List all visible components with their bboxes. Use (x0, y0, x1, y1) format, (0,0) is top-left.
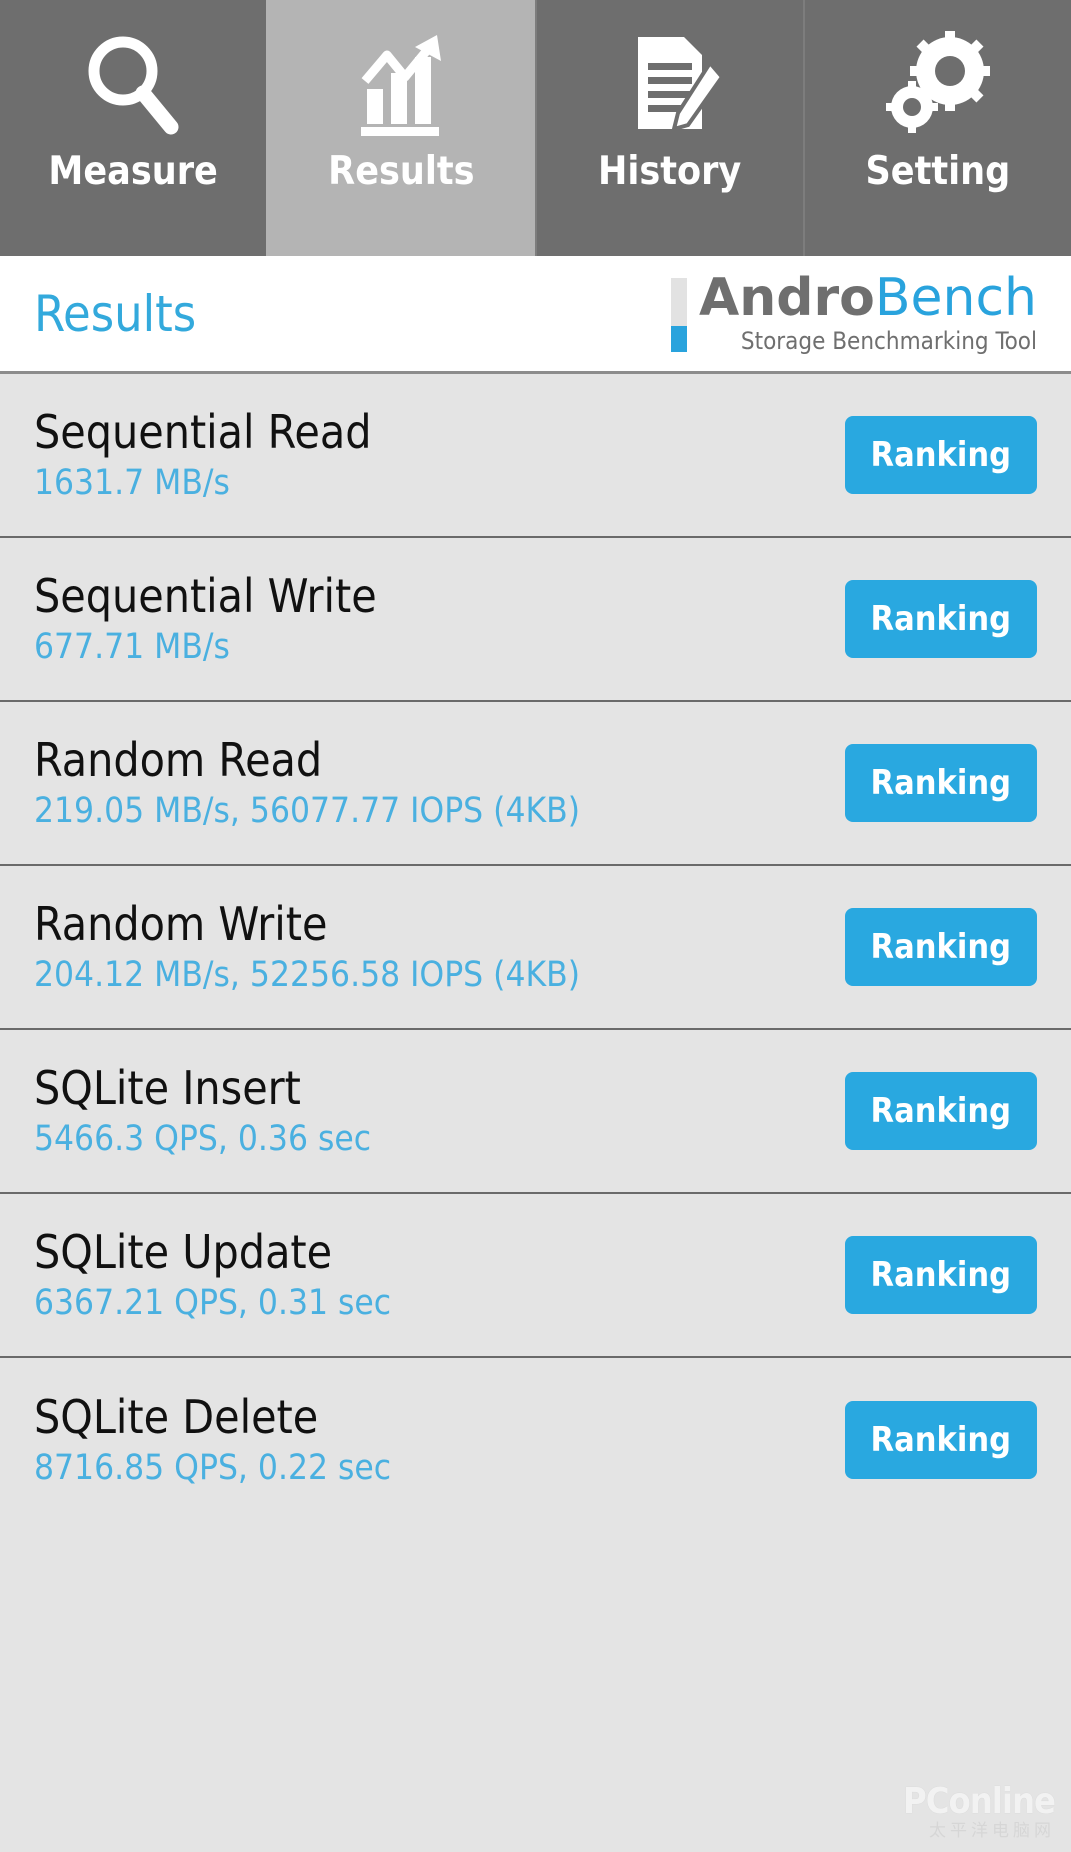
watermark-sub-text: 太平洋电脑网 (929, 1820, 1055, 1841)
table-row[interactable]: Random Write 204.12 MB/s, 52256.58 IOPS … (0, 866, 1071, 1030)
page-header: Results AndroBench Storage Benchmarking … (0, 256, 1071, 374)
result-value: 204.12 MB/s, 52256.58 IOPS (4KB) (34, 954, 581, 995)
tab-setting[interactable]: Setting (802, 0, 1071, 256)
table-row[interactable]: Sequential Read 1631.7 MB/s Ranking (0, 374, 1071, 538)
logo-accent-bar (670, 277, 687, 352)
ranking-button[interactable]: Ranking (844, 908, 1037, 986)
result-name: SQLite Update (34, 1225, 333, 1280)
ranking-button[interactable]: Ranking (844, 1401, 1037, 1479)
logo-bench-text: Bench (874, 267, 1037, 328)
table-row[interactable]: Random Read 219.05 MB/s, 56077.77 IOPS (… (0, 702, 1071, 866)
result-name: SQLite Delete (34, 1390, 319, 1445)
tab-measure-label: Measure (48, 149, 218, 194)
result-name: Sequential Read (34, 405, 372, 460)
bar-chart-icon (339, 26, 463, 144)
result-value: 8716.85 QPS, 0.22 sec (34, 1447, 392, 1488)
androbench-logo: AndroBench Storage Benchmarking Tool (670, 271, 1037, 356)
ranking-button[interactable]: Ranking (844, 1236, 1037, 1314)
tab-setting-label: Setting (865, 149, 1011, 194)
table-row[interactable]: SQLite Insert 5466.3 QPS, 0.36 sec Ranki… (0, 1030, 1071, 1194)
result-name: Random Read (34, 733, 323, 788)
document-pencil-icon (608, 26, 732, 144)
result-name: Random Write (34, 897, 328, 952)
ranking-button[interactable]: Ranking (844, 1072, 1037, 1150)
result-value: 1631.7 MB/s (34, 462, 230, 503)
table-row[interactable]: SQLite Delete 8716.85 QPS, 0.22 sec Rank… (0, 1358, 1071, 1522)
watermark: PConline 太平洋电脑网 (903, 1783, 1056, 1842)
page-title: Results (34, 284, 197, 343)
result-value: 6367.21 QPS, 0.31 sec (34, 1282, 392, 1323)
table-row[interactable]: Sequential Write 677.71 MB/s Ranking (0, 538, 1071, 702)
tab-history-label: History (597, 149, 742, 194)
results-list: Sequential Read 1631.7 MB/s Ranking Sequ… (0, 374, 1071, 1522)
result-value: 219.05 MB/s, 56077.77 IOPS (4KB) (34, 790, 581, 831)
result-name: SQLite Insert (34, 1061, 301, 1116)
ranking-button[interactable]: Ranking (844, 416, 1037, 494)
table-row[interactable]: SQLite Update 6367.21 QPS, 0.31 sec Rank… (0, 1194, 1071, 1358)
gears-icon (876, 26, 1000, 144)
ranking-button[interactable]: Ranking (844, 580, 1037, 658)
result-value: 5466.3 QPS, 0.36 sec (34, 1118, 372, 1159)
tab-results[interactable]: Results (266, 0, 535, 256)
logo-andro-text: Andro (698, 267, 875, 328)
list-empty-space: PConline 太平洋电脑网 (0, 1522, 1071, 1852)
result-name: Sequential Write (34, 569, 377, 624)
result-value: 677.71 MB/s (34, 626, 230, 667)
logo-wordmark: AndroBench (699, 271, 1037, 325)
logo-subtitle: Storage Benchmarking Tool (740, 327, 1037, 356)
top-tab-bar: Measure Results History Setting (0, 0, 1071, 256)
tab-history[interactable]: History (534, 0, 803, 256)
tab-measure[interactable]: Measure (0, 0, 267, 256)
ranking-button[interactable]: Ranking (844, 744, 1037, 822)
magnifier-icon (71, 26, 195, 144)
tab-results-label: Results (328, 149, 475, 194)
